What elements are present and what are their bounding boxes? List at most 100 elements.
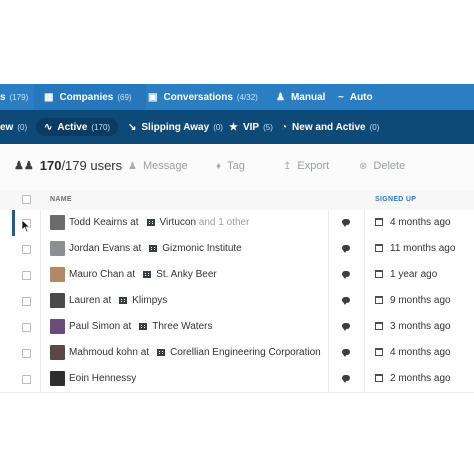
company-name[interactable]: Gizmonic Institute [162, 243, 241, 254]
tab-users[interactable]: s (179) [0, 84, 28, 110]
column-divider [364, 314, 365, 340]
signed-up-value: 11 months ago [390, 243, 456, 254]
user-count: ♟♟ 170 /179 users [14, 158, 122, 173]
chat-bubble-icon[interactable] [342, 375, 350, 383]
user-name-cell[interactable]: Mauro Chan at St. Anky Beer [69, 269, 217, 280]
company-name[interactable]: Three Waters [152, 321, 212, 332]
column-divider [328, 236, 329, 262]
company-building-icon [146, 218, 155, 226]
filter-new[interactable]: ew (0) [0, 118, 27, 136]
filter-new-and-active[interactable]: ◔ New and Active (0) [281, 118, 379, 136]
user-name-cell[interactable]: Eoin Hennessy [69, 373, 136, 384]
delete-button[interactable]: ⊗ Delete [359, 160, 405, 172]
calendar-icon [375, 322, 383, 330]
column-divider [40, 236, 41, 262]
avatar[interactable] [50, 267, 65, 282]
user-name: Jordan Evans at [69, 243, 142, 254]
column-divider [40, 340, 41, 366]
filter-active[interactable]: ∿ Active (170) [36, 118, 119, 136]
user-name-cell[interactable]: Paul Simon at Three Waters [69, 321, 212, 332]
avatar[interactable] [50, 293, 65, 308]
user-name-cell[interactable]: Lauren at Klimpys [69, 295, 167, 306]
signed-up-value: 1 year ago [390, 269, 438, 280]
row-checkbox[interactable] [22, 375, 31, 384]
row-checkbox[interactable] [22, 297, 31, 306]
filter-slipping-away-count: (0) [213, 122, 223, 132]
column-divider [40, 210, 41, 236]
column-header-name[interactable]: NAME [50, 196, 72, 203]
filter-active-count: (170) [91, 122, 111, 132]
column-header-signed-up[interactable]: SIGNED UP [375, 196, 416, 203]
avatar[interactable] [50, 371, 65, 386]
avatar[interactable] [50, 319, 65, 334]
chat-bubble-icon[interactable] [342, 349, 350, 357]
calendar-icon [375, 218, 383, 226]
export-icon: ↥ [283, 160, 292, 172]
row-checkbox[interactable] [22, 271, 31, 280]
user-count-total: /179 users [61, 158, 123, 173]
chat-bubble-icon[interactable] [342, 323, 350, 331]
delete-icon: ⊗ [359, 160, 368, 172]
calendar-icon [375, 270, 383, 278]
message-person-icon: ♟ [128, 160, 137, 172]
tag-button[interactable]: ♦ Tag [216, 160, 245, 172]
calendar-icon [375, 296, 383, 304]
filter-slipping-away-label: Slipping Away [141, 121, 210, 133]
company-name[interactable]: Virtucon [160, 217, 197, 228]
tab-auto[interactable]: ~ Auto [338, 84, 373, 110]
company-building-icon [119, 296, 128, 304]
user-name: Eoin Hennessy [69, 373, 137, 384]
table-row[interactable]: Todd Keairns at Virtucon and 1 other 4 mon… [0, 210, 474, 237]
user-name-cell[interactable]: Todd Keairns at Virtucon and 1 other [69, 217, 249, 228]
filter-vip-count: (5) [263, 122, 273, 132]
filter-new-and-active-count: (0) [369, 122, 380, 132]
user-name-cell[interactable]: Jordan Evans at Gizmonic Institute [69, 243, 242, 254]
users-icon: ♟♟ [14, 160, 34, 172]
filter-vip-label: VIP [242, 121, 260, 133]
user-name-cell[interactable]: Mahmoud kohn at Corellian Engineering Cor… [69, 347, 321, 358]
filter-new-count: (0) [17, 122, 28, 132]
row-checkbox[interactable] [22, 323, 31, 332]
filter-vip[interactable]: ★ VIP (5) [229, 118, 273, 136]
signed-up-value: 9 months ago [390, 295, 451, 306]
table-row[interactable]: Eoin Hennessy 2 months ago [0, 366, 474, 393]
company-name[interactable]: Corellian Engineering Corporation [170, 347, 321, 358]
company-extra: and 1 other [198, 217, 250, 228]
filter-slipping-away[interactable]: ↘ Slipping Away (0) [128, 118, 223, 136]
calendar-icon [375, 374, 383, 382]
table-row[interactable]: Jordan Evans at Gizmonic Institute 11 mont… [0, 236, 474, 263]
chat-bubble-icon[interactable] [342, 271, 350, 279]
tab-conversations-count: (4/32) [236, 92, 258, 102]
export-button[interactable]: ↥ Export [283, 160, 329, 172]
message-button[interactable]: ♟ Message [128, 160, 188, 172]
table-row[interactable]: Mauro Chan at St. Anky Beer 1 year ago [0, 262, 474, 289]
avatar[interactable] [50, 241, 65, 256]
column-divider [40, 314, 41, 340]
avatar[interactable] [50, 345, 65, 360]
tab-manual[interactable]: ♟ Manual [276, 84, 325, 110]
table-row[interactable]: Mahmoud kohn at Corellian Engineering Cor… [0, 340, 474, 367]
tab-companies[interactable]: ▦ Companies (69) [34, 84, 146, 110]
company-name[interactable]: St. Anky Beer [156, 269, 217, 280]
tab-conversations[interactable]: ▣ Conversations (4/32) [148, 84, 258, 110]
chat-bubble-icon[interactable] [342, 219, 350, 227]
delete-label: Delete [373, 160, 406, 172]
table-row[interactable]: Paul Simon at Three Waters 3 months ago [0, 314, 474, 341]
user-name: Lauren at [69, 295, 112, 306]
message-label: Message [142, 160, 188, 172]
chat-bubble-icon[interactable] [342, 297, 350, 305]
company-name[interactable]: Klimpys [132, 295, 167, 306]
row-checkbox[interactable] [22, 245, 31, 254]
row-checkbox[interactable] [22, 349, 31, 358]
select-all-checkbox[interactable] [22, 195, 31, 204]
user-name: Paul Simon at [69, 321, 132, 332]
pulse-icon: ~ [338, 91, 344, 103]
segment-filter-bar: ew (0) ∿ Active (170) ↘ Slipping Away (0… [0, 110, 474, 144]
tab-users-count: (179) [9, 92, 29, 102]
tab-conversations-label: Conversations [163, 91, 233, 103]
avatar[interactable] [50, 215, 65, 230]
table-row[interactable]: Lauren at Klimpys 9 months ago [0, 288, 474, 315]
column-divider [40, 262, 41, 288]
export-label: Export [297, 160, 330, 172]
chat-bubble-icon[interactable] [342, 245, 350, 253]
